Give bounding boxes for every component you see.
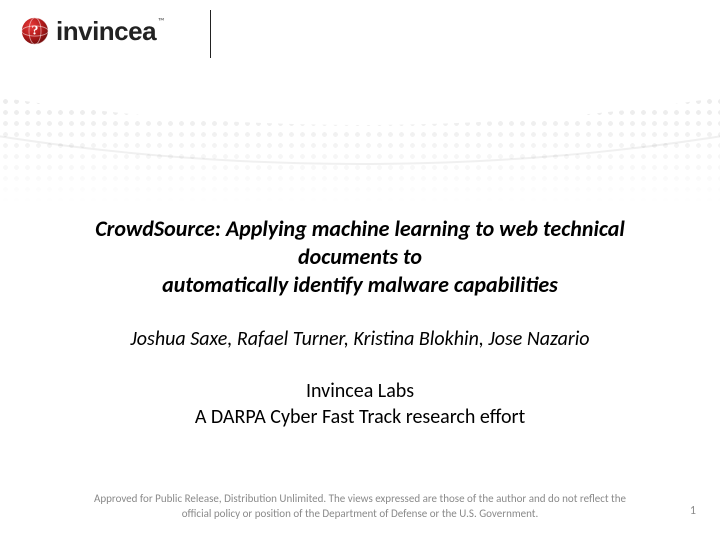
brand-logo: ? invincea™ (20, 16, 164, 46)
title-line-2: automatically identify malware capabilit… (50, 271, 670, 299)
subtitle: A DARPA Cyber Fast Track research effort (0, 405, 720, 429)
authors: Joshua Saxe, Rafael Turner, Kristina Blo… (0, 327, 720, 351)
organization: Invincea Labs (0, 379, 720, 403)
title-line-1: CrowdSource: Applying machine learning t… (50, 215, 670, 271)
brand-text: invincea (56, 16, 156, 46)
page-number: 1 (690, 504, 696, 518)
header-bar: ? invincea™ (0, 0, 720, 65)
decorative-dot-band (0, 63, 720, 203)
svg-text:?: ? (32, 23, 39, 38)
footer-line-1: Approved for Public Release, Distributio… (50, 492, 670, 507)
title: CrowdSource: Applying machine learning t… (0, 215, 720, 299)
vertical-divider (210, 10, 211, 58)
slide: ? invincea™ CrowdSource: Applying machin… (0, 0, 720, 540)
footer-disclaimer: Approved for Public Release, Distributio… (0, 492, 720, 522)
footer-line-2: official policy or position of the Depar… (50, 507, 670, 522)
content-area: CrowdSource: Applying machine learning t… (0, 215, 720, 429)
invincea-globe-icon: ? (20, 16, 50, 46)
brand-name: invincea™ (56, 18, 164, 45)
trademark-symbol: ™ (158, 16, 164, 27)
